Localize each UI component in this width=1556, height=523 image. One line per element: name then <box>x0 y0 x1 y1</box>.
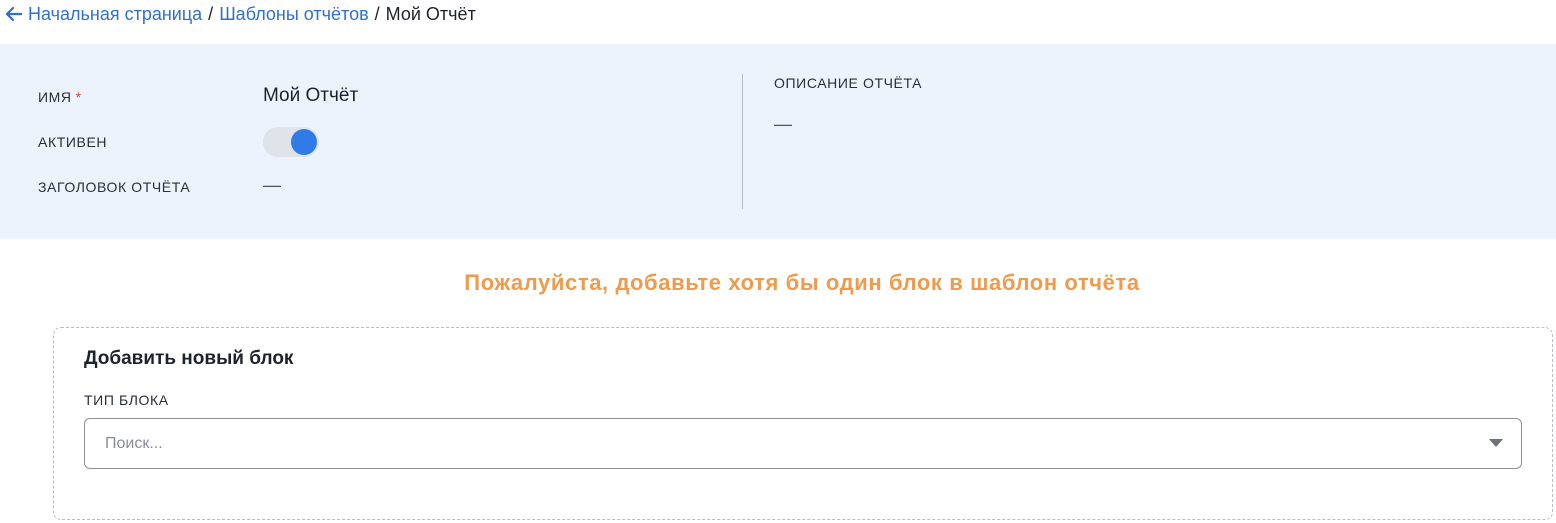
arrow-left-icon[interactable] <box>6 7 22 21</box>
breadcrumb-current: Мой Отчёт <box>385 3 476 24</box>
block-type-label: ТИП БЛОКА <box>84 392 169 408</box>
report-header-label: ЗАГОЛОВОК ОТЧЁТА <box>38 179 191 195</box>
breadcrumb-home-link[interactable]: Начальная страница <box>28 4 202 25</box>
report-description-value: — <box>774 114 792 134</box>
add-block-title: Добавить новый блок <box>84 348 294 369</box>
add-block-panel: Добавить новый блок ТИП БЛОКА <box>53 327 1553 520</box>
required-mark: * <box>75 89 82 105</box>
report-name-value: Мой Отчёт <box>263 85 359 106</box>
empty-template-warning: Пожалуйста, добавьте хотя бы один блок в… <box>464 270 1140 295</box>
chevron-down-icon[interactable] <box>1489 439 1503 447</box>
block-type-search-input[interactable] <box>85 419 1521 468</box>
breadcrumb-separator: / <box>374 3 380 24</box>
report-header-value: — <box>263 175 281 195</box>
active-label: АКТИВЕН <box>38 134 108 150</box>
block-type-select[interactable] <box>84 418 1522 469</box>
breadcrumb-separator: / <box>208 3 214 24</box>
active-toggle[interactable] <box>263 127 319 157</box>
name-label: ИМЯ * <box>38 89 82 105</box>
toggle-knob <box>291 129 317 155</box>
vertical-divider <box>742 74 743 209</box>
name-label-text: ИМЯ <box>38 89 72 105</box>
report-description-label: ОПИСАНИЕ ОТЧЁТА <box>774 75 923 91</box>
breadcrumb: Начальная страница / Шаблоны отчётов / М… <box>6 3 476 25</box>
breadcrumb-templates-link[interactable]: Шаблоны отчётов <box>219 4 368 25</box>
report-info-panel: ИМЯ * Мой Отчёт АКТИВЕН ЗАГОЛОВОК ОТЧЁТА … <box>0 44 1556 239</box>
